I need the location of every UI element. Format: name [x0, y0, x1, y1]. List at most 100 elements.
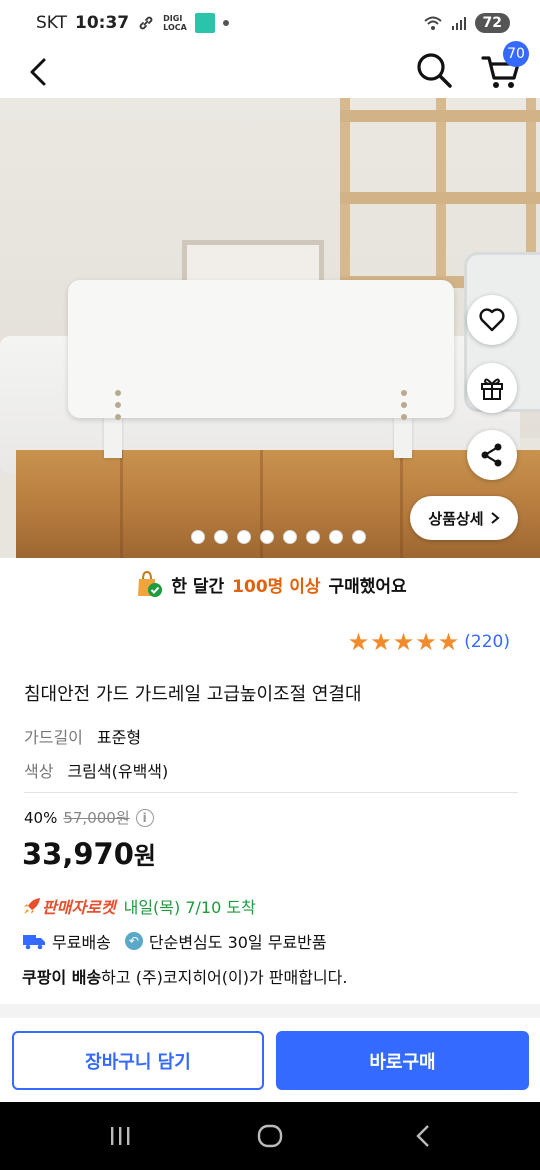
guard-leg — [104, 416, 122, 458]
original-price: 57,000원 — [63, 809, 130, 827]
digi-label: DIGI — [163, 14, 183, 23]
bottom-action-bar: 장바구니 담기 바로구매 — [0, 1018, 540, 1102]
search-icon — [417, 53, 452, 88]
wishlist-button[interactable] — [467, 295, 517, 345]
screw — [115, 390, 121, 396]
star-icon: ★ — [392, 628, 415, 656]
chevron-left-icon — [30, 58, 46, 86]
screw — [401, 402, 407, 408]
share-icon — [481, 443, 502, 467]
carousel-dot[interactable] — [351, 530, 366, 544]
carousel-dot[interactable] — [259, 530, 274, 544]
price-amount: 33,970 — [22, 837, 134, 871]
share-button[interactable] — [467, 430, 517, 480]
arrival-date: 내일(목) 7/10 도착 — [123, 898, 256, 917]
rating[interactable]: ★ ★ ★ ★ ★ (220) — [348, 630, 510, 654]
product-image-carousel[interactable]: 상품상세 — [0, 98, 540, 558]
product-title: 침대안전 가드 가드레일 고급높이조절 연결대 — [24, 684, 362, 705]
top-nav — [0, 46, 540, 98]
back-arrow-icon — [416, 1125, 429, 1147]
option-value: 표준형 — [96, 728, 142, 747]
seller-rocket-label: 판매자로켓 — [42, 898, 116, 917]
info-icon[interactable]: i — [135, 808, 154, 827]
review-count[interactable]: (220) — [464, 632, 510, 652]
discount-rate: 40% — [24, 808, 58, 827]
return-policy-label: 단순변심도 30일 무료반품 — [148, 933, 327, 952]
option-label: 색상 — [24, 762, 54, 781]
search-button[interactable] — [414, 50, 454, 90]
shopping-bag-check-icon — [138, 570, 163, 597]
return-icon: ↶ — [124, 932, 143, 950]
guard-leg — [394, 416, 412, 458]
app-notification-icon — [194, 13, 215, 33]
star-icon: ★ — [370, 628, 392, 656]
option-value: 크림색(유백색) — [67, 762, 169, 781]
rocket-icon — [24, 898, 40, 914]
screw — [401, 390, 407, 396]
more-notifications-icon — [222, 20, 229, 26]
shelf-board — [340, 110, 540, 122]
system-nav-bar — [0, 1102, 540, 1170]
sale-price: 33,970원 — [22, 836, 156, 871]
loca-label: LOCA — [163, 23, 187, 32]
shelf-board — [340, 192, 540, 204]
delivery-row: 판매자로켓 내일(목) 7/10 도착 — [22, 894, 256, 918]
banner-highlight: 100명 이상 — [232, 576, 321, 597]
guard-rail-panel — [68, 280, 454, 418]
shipping-row: 무료배송 ↶ 단순변심도 30일 무료반품 — [22, 929, 327, 953]
buy-now-button[interactable]: 바로구매 — [276, 1031, 529, 1090]
status-left: SKT 10:37 DIGI LOCA — [36, 13, 229, 33]
gift-icon — [481, 378, 503, 400]
truck-icon — [23, 935, 45, 950]
recent-apps-icon — [111, 1127, 130, 1145]
gift-button[interactable] — [467, 363, 517, 413]
status-bar: SKT 10:37 DIGI LOCA 72 — [0, 0, 540, 46]
carousel-dot[interactable] — [282, 530, 297, 544]
banner-prefix: 한 달간 — [171, 576, 225, 597]
carrier-label: SKT — [36, 13, 68, 33]
system-back-button[interactable] — [403, 1118, 443, 1154]
carousel-dot[interactable] — [190, 530, 205, 544]
add-to-cart-button[interactable]: 장바구니 담기 — [12, 1031, 264, 1090]
star-icon: ★ — [415, 628, 437, 656]
free-shipping-label: 무료배송 — [52, 933, 111, 952]
seller-brand: 쿠팡이 배송 — [22, 968, 102, 987]
option-guard-length: 가드길이 표준형 — [24, 724, 141, 748]
star-icon: ★ — [437, 628, 460, 656]
link-icon — [139, 16, 153, 30]
screw — [115, 402, 121, 408]
recent-apps-button[interactable] — [100, 1118, 140, 1154]
cart-count-badge: 70 — [503, 41, 529, 67]
carousel-dot[interactable] — [305, 530, 320, 544]
back-button[interactable] — [20, 54, 56, 90]
signal-icon — [451, 17, 466, 30]
carousel-indicator — [0, 530, 540, 550]
seller-info: 쿠팡이 배송하고 (주)코지히어(이)가 판매합니다. — [22, 964, 347, 988]
wifi-icon — [423, 16, 442, 30]
divider — [24, 792, 518, 793]
purchase-count-banner: 한 달간 100명 이상 구매했어요 — [0, 566, 540, 602]
screw — [115, 414, 121, 420]
carousel-dot[interactable] — [236, 530, 251, 544]
clock: 10:37 — [75, 13, 130, 33]
home-icon — [257, 1124, 283, 1148]
carousel-dot[interactable] — [328, 530, 343, 544]
battery-indicator: 72 — [474, 13, 510, 33]
star-icon: ★ — [347, 628, 370, 656]
digi-loca-logo: DIGI LOCA — [163, 14, 187, 32]
banner-suffix: 구매했어요 — [328, 576, 407, 597]
seller-rocket-badge: 판매자로켓 — [22, 894, 116, 918]
seller-text: 하고 (주)코지히어(이)가 판매합니다. — [101, 968, 348, 987]
status-right: 72 — [423, 13, 510, 33]
option-color: 색상 크림색(유백색) — [24, 758, 168, 782]
carousel-dot[interactable] — [213, 530, 228, 544]
product-detail-label: 상품상세 — [428, 509, 484, 528]
screw — [401, 414, 407, 420]
price-unit: 원 — [133, 842, 157, 870]
chevron-right-icon — [490, 512, 500, 524]
section-separator — [0, 1004, 540, 1018]
home-button[interactable] — [250, 1118, 290, 1154]
discount-row: 40% 57,000원 i — [24, 807, 154, 828]
heart-icon — [479, 308, 505, 332]
option-label: 가드길이 — [24, 728, 83, 747]
